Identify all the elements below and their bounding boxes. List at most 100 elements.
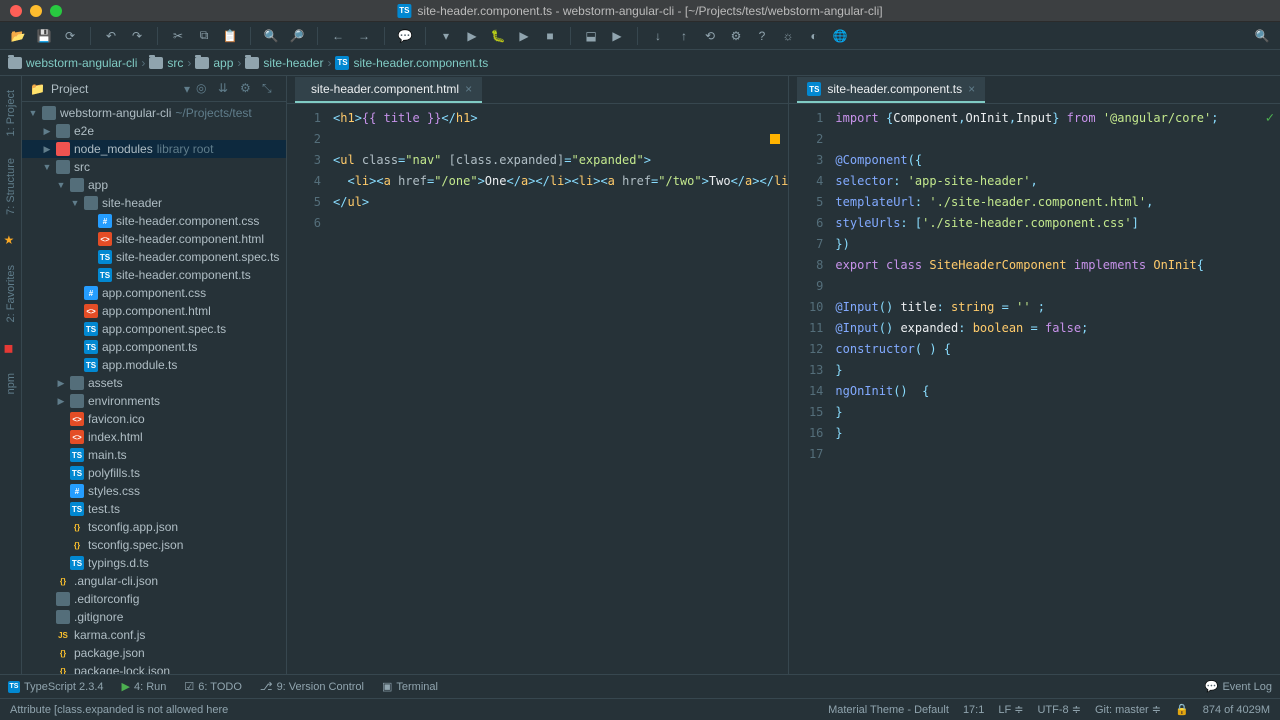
run-config-dropdown[interactable]: ▾ bbox=[436, 26, 456, 46]
typescript-status[interactable]: TSTypeScript 2.3.4 bbox=[8, 681, 104, 693]
tree-item[interactable]: TSsite-header.component.ts bbox=[22, 266, 286, 284]
search-everywhere-button[interactable]: 🔍 bbox=[1252, 26, 1272, 46]
run-anything-button[interactable]: ▶ bbox=[607, 26, 627, 46]
tree-item[interactable]: TStypings.d.ts bbox=[22, 554, 286, 572]
settings-icon[interactable]: ⚙ bbox=[240, 81, 256, 97]
redo-button[interactable]: ↷ bbox=[127, 26, 147, 46]
tree-item[interactable]: .editorconfig bbox=[22, 590, 286, 608]
settings-gear-icon[interactable]: ⚙ bbox=[726, 26, 746, 46]
crumb-app[interactable]: app bbox=[195, 56, 233, 70]
tree-item[interactable]: TSpolyfills.ts bbox=[22, 464, 286, 482]
vcs-update-button[interactable]: ↓ bbox=[648, 26, 668, 46]
debug-button[interactable]: 🐛 bbox=[488, 26, 508, 46]
tree-item[interactable]: ▶assets bbox=[22, 374, 286, 392]
tree-item[interactable]: TSmain.ts bbox=[22, 446, 286, 464]
cut-button[interactable]: ✂ bbox=[168, 26, 188, 46]
paste-button[interactable]: 📋 bbox=[220, 26, 240, 46]
tree-item[interactable]: ▼src bbox=[22, 158, 286, 176]
sync-button[interactable]: ⟳ bbox=[60, 26, 80, 46]
tab-html-file[interactable]: site-header.component.html × bbox=[295, 77, 482, 103]
theme-status[interactable]: Material Theme - Default bbox=[828, 704, 949, 716]
close-tab-icon[interactable]: × bbox=[465, 82, 472, 96]
lock-icon[interactable]: 🔒 bbox=[1175, 703, 1189, 716]
target-icon[interactable]: ◎ bbox=[196, 81, 212, 97]
vcs-tool-button[interactable]: ⎇9: Version Control bbox=[260, 680, 364, 693]
event-log-button[interactable]: 💬Event Log bbox=[1205, 680, 1272, 693]
tree-item[interactable]: JSkarma.conf.js bbox=[22, 626, 286, 644]
code-editor-html[interactable]: 123456 <h1>{{ title }}</h1><ul class="na… bbox=[287, 104, 788, 674]
vcs-history-button[interactable]: ⟲ bbox=[700, 26, 720, 46]
tree-item[interactable]: TStest.ts bbox=[22, 500, 286, 518]
window-minimize-button[interactable] bbox=[30, 5, 42, 17]
git-branch-status[interactable]: Git: master ≑ bbox=[1095, 703, 1161, 716]
tree-item[interactable]: <>site-header.component.html bbox=[22, 230, 286, 248]
tree-item[interactable]: <>index.html bbox=[22, 428, 286, 446]
copy-button[interactable]: ⧉ bbox=[194, 26, 214, 46]
tree-item[interactable]: {}package-lock.json bbox=[22, 662, 286, 674]
code-editor-ts[interactable]: 1234567891011121314151617 ✓ import {Comp… bbox=[789, 104, 1280, 674]
tree-item[interactable]: {}tsconfig.spec.json bbox=[22, 536, 286, 554]
run-tool-button[interactable]: ▶4: Run bbox=[122, 680, 167, 693]
tree-item[interactable]: #styles.css bbox=[22, 482, 286, 500]
tree-item[interactable]: <>favicon.ico bbox=[22, 410, 286, 428]
replace-button[interactable]: 🔎 bbox=[287, 26, 307, 46]
save-button[interactable]: 💾 bbox=[34, 26, 54, 46]
tree-item[interactable]: TSapp.module.ts bbox=[22, 356, 286, 374]
stop-button[interactable]: ■ bbox=[540, 26, 560, 46]
tab-ts-file[interactable]: TS site-header.component.ts × bbox=[797, 77, 985, 103]
npm-tool-button[interactable]: npm bbox=[5, 369, 17, 398]
collapse-icon[interactable]: ⇊ bbox=[218, 81, 234, 97]
tree-item[interactable]: ▼app bbox=[22, 176, 286, 194]
chat-button[interactable]: 💬 bbox=[395, 26, 415, 46]
encoding-status[interactable]: UTF-8 ≑ bbox=[1037, 703, 1080, 716]
tree-item[interactable]: TSsite-header.component.spec.ts bbox=[22, 248, 286, 266]
open-button[interactable]: 📂 bbox=[8, 26, 28, 46]
tree-item[interactable]: TSapp.component.spec.ts bbox=[22, 320, 286, 338]
help-button[interactable]: ? bbox=[752, 26, 772, 46]
window-close-button[interactable] bbox=[10, 5, 22, 17]
undo-button[interactable]: ↶ bbox=[101, 26, 121, 46]
nav-forward-button[interactable]: → bbox=[354, 26, 374, 46]
tree-item[interactable]: .gitignore bbox=[22, 608, 286, 626]
run-button[interactable]: ▶ bbox=[462, 26, 482, 46]
npm-tool-icon[interactable]: ◼ bbox=[4, 341, 18, 355]
close-tab-icon[interactable]: × bbox=[968, 82, 975, 96]
structure-tool-button[interactable]: 7: Structure bbox=[5, 154, 17, 219]
browser-button[interactable]: 🌐 bbox=[830, 26, 850, 46]
project-tool-button[interactable]: 1: Project bbox=[5, 86, 17, 140]
tree-item[interactable]: TSapp.component.ts bbox=[22, 338, 286, 356]
window-maximize-button[interactable] bbox=[50, 5, 62, 17]
crumb-siteheader[interactable]: site-header bbox=[245, 56, 323, 70]
terminal-tool-button[interactable]: ▣Terminal bbox=[382, 680, 438, 693]
attach-button[interactable]: ⬓ bbox=[581, 26, 601, 46]
favorites-star-icon[interactable]: ★ bbox=[4, 233, 18, 247]
favorites-tool-button[interactable]: 2: Favorites bbox=[5, 261, 17, 326]
tree-item[interactable]: {}.angular-cli.json bbox=[22, 572, 286, 590]
crumb-project[interactable]: webstorm-angular-cli bbox=[8, 56, 137, 70]
tree-item[interactable]: ▼site-header bbox=[22, 194, 286, 212]
vcs-commit-button[interactable]: ↑ bbox=[674, 26, 694, 46]
tree-item[interactable]: #app.component.css bbox=[22, 284, 286, 302]
crumb-src[interactable]: src bbox=[149, 56, 183, 70]
find-button[interactable]: 🔍 bbox=[261, 26, 281, 46]
tree-item[interactable]: ▶e2e bbox=[22, 122, 286, 140]
line-ending-status[interactable]: LF ≑ bbox=[998, 703, 1023, 716]
line-col-status[interactable]: 17:1 bbox=[963, 704, 984, 716]
tree-item[interactable]: {}tsconfig.app.json bbox=[22, 518, 286, 536]
todo-tool-button[interactable]: ☑6: TODO bbox=[184, 680, 241, 693]
profiler-button[interactable]: ◐ bbox=[804, 26, 824, 46]
project-tree[interactable]: ▼webstorm-angular-cli ~/Projects/test▶e2… bbox=[22, 102, 286, 674]
tree-item[interactable]: ▼webstorm-angular-cli ~/Projects/test bbox=[22, 104, 286, 122]
tree-item[interactable]: ▶node_modules library root bbox=[22, 140, 286, 158]
coverage-button[interactable]: ▶ bbox=[514, 26, 534, 46]
memory-status[interactable]: 874 of 4029M bbox=[1203, 704, 1270, 716]
tree-item[interactable]: {}package.json bbox=[22, 644, 286, 662]
hide-icon[interactable]: ⤡ bbox=[262, 81, 278, 97]
tools-button[interactable]: ☼ bbox=[778, 26, 798, 46]
dropdown-icon[interactable]: ▾ bbox=[184, 82, 190, 96]
tree-item[interactable]: #site-header.component.css bbox=[22, 212, 286, 230]
nav-back-button[interactable]: ← bbox=[328, 26, 348, 46]
tree-item[interactable]: ▶environments bbox=[22, 392, 286, 410]
tree-item[interactable]: <>app.component.html bbox=[22, 302, 286, 320]
crumb-file[interactable]: TSsite-header.component.ts bbox=[335, 56, 488, 70]
